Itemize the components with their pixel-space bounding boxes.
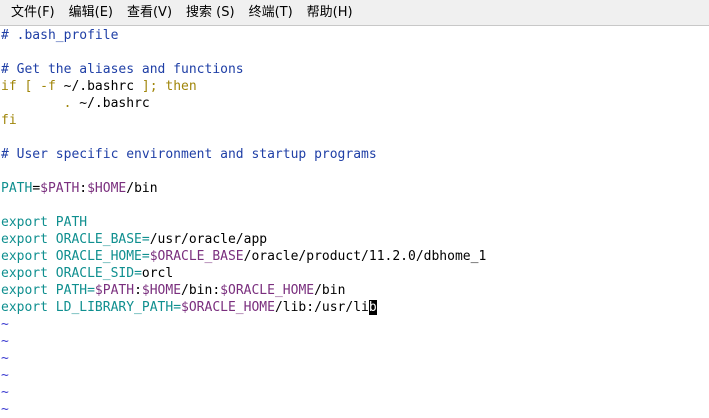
- text: orcl: [141, 266, 174, 281]
- editor-line: export ORACLE_SID=orcl: [1, 265, 709, 282]
- empty-line-marker: ~: [1, 334, 9, 349]
- export-statement: export PATH: [1, 215, 88, 230]
- menu-search[interactable]: 搜索 (S): [179, 0, 242, 26]
- editor-line: . ~/.bashrc: [1, 95, 709, 112]
- menu-bar: 文件(F) 编辑(E) 查看(V) 搜索 (S) 终端(T) 帮助(H): [0, 0, 709, 26]
- text: =: [32, 181, 41, 196]
- editor-line: # .bash_profile: [1, 28, 119, 43]
- export-statement: export ORACLE_BASE: [1, 232, 142, 247]
- text: /usr/oracle/app: [149, 232, 268, 247]
- text: /bin: [126, 181, 158, 196]
- export-statement: export PATH: [1, 283, 88, 298]
- keyword: ]; then: [134, 79, 197, 94]
- variable-ref: $HOME: [141, 283, 182, 298]
- text: =: [134, 266, 142, 281]
- variable-ref: $PATH: [94, 283, 135, 298]
- text-cursor: b: [368, 300, 377, 315]
- editor-line: if [ -f ~/.bashrc ]; then: [1, 78, 709, 95]
- editor-line: export LD_LIBRARY_PATH=$ORACLE_HOME/lib:…: [1, 299, 709, 316]
- keyword: .: [1, 96, 80, 111]
- text: /bin: [314, 283, 346, 298]
- variable-ref: $ORACLE_HOME: [181, 300, 275, 315]
- variable-ref: $ORACLE_BASE: [149, 249, 244, 264]
- editor-line: export ORACLE_HOME=$ORACLE_BASE/oracle/p…: [1, 248, 709, 265]
- empty-line-marker: ~: [1, 368, 9, 383]
- variable-ref: $PATH: [40, 181, 80, 196]
- text: /bin:: [181, 283, 221, 298]
- path-text: ~/.bashrc: [63, 79, 135, 94]
- empty-line-marker: ~: [1, 385, 9, 400]
- text: /oracle/product/11.2.0/dbhome_1: [243, 249, 487, 264]
- text: =: [87, 283, 95, 298]
- editor-line: # Get the aliases and functions: [1, 62, 244, 77]
- menu-terminal[interactable]: 终端(T): [242, 0, 300, 26]
- menu-edit[interactable]: 编辑(E): [62, 0, 120, 26]
- text: =: [141, 232, 150, 247]
- keyword: if [ -f: [1, 79, 64, 94]
- terminal-editor[interactable]: # .bash_profile # Get the aliases and fu…: [0, 27, 709, 417]
- variable-ref: $HOME: [87, 181, 127, 196]
- variable-name: PATH: [1, 181, 33, 196]
- text: =: [141, 249, 150, 264]
- text: :: [134, 283, 142, 298]
- export-statement: export LD_LIBRARY_PATH: [1, 300, 174, 315]
- editor-line: export ORACLE_BASE=/usr/oracle/app: [1, 231, 709, 248]
- text: /lib:/usr/li: [274, 300, 369, 315]
- path-text: ~/.bashrc: [79, 96, 150, 111]
- variable-ref: $ORACLE_HOME: [220, 283, 315, 298]
- text: :: [79, 181, 88, 196]
- text: =: [173, 300, 182, 315]
- editor-line: # User specific environment and startup …: [1, 147, 377, 162]
- editor-line: fi: [1, 113, 17, 128]
- menu-file[interactable]: 文件(F): [4, 0, 62, 26]
- editor-line: PATH=$PATH:$HOME/bin: [1, 180, 709, 197]
- editor-line: export PATH=$PATH:$HOME/bin:$ORACLE_HOME…: [1, 282, 709, 299]
- empty-line-marker: ~: [1, 351, 9, 366]
- export-statement: export ORACLE_HOME: [1, 249, 142, 264]
- menu-view[interactable]: 查看(V): [120, 0, 179, 26]
- editor-line: export PATH: [1, 214, 709, 231]
- export-statement: export ORACLE_SID: [1, 266, 135, 281]
- empty-line-marker: ~: [1, 317, 9, 332]
- menu-help[interactable]: 帮助(H): [300, 0, 360, 26]
